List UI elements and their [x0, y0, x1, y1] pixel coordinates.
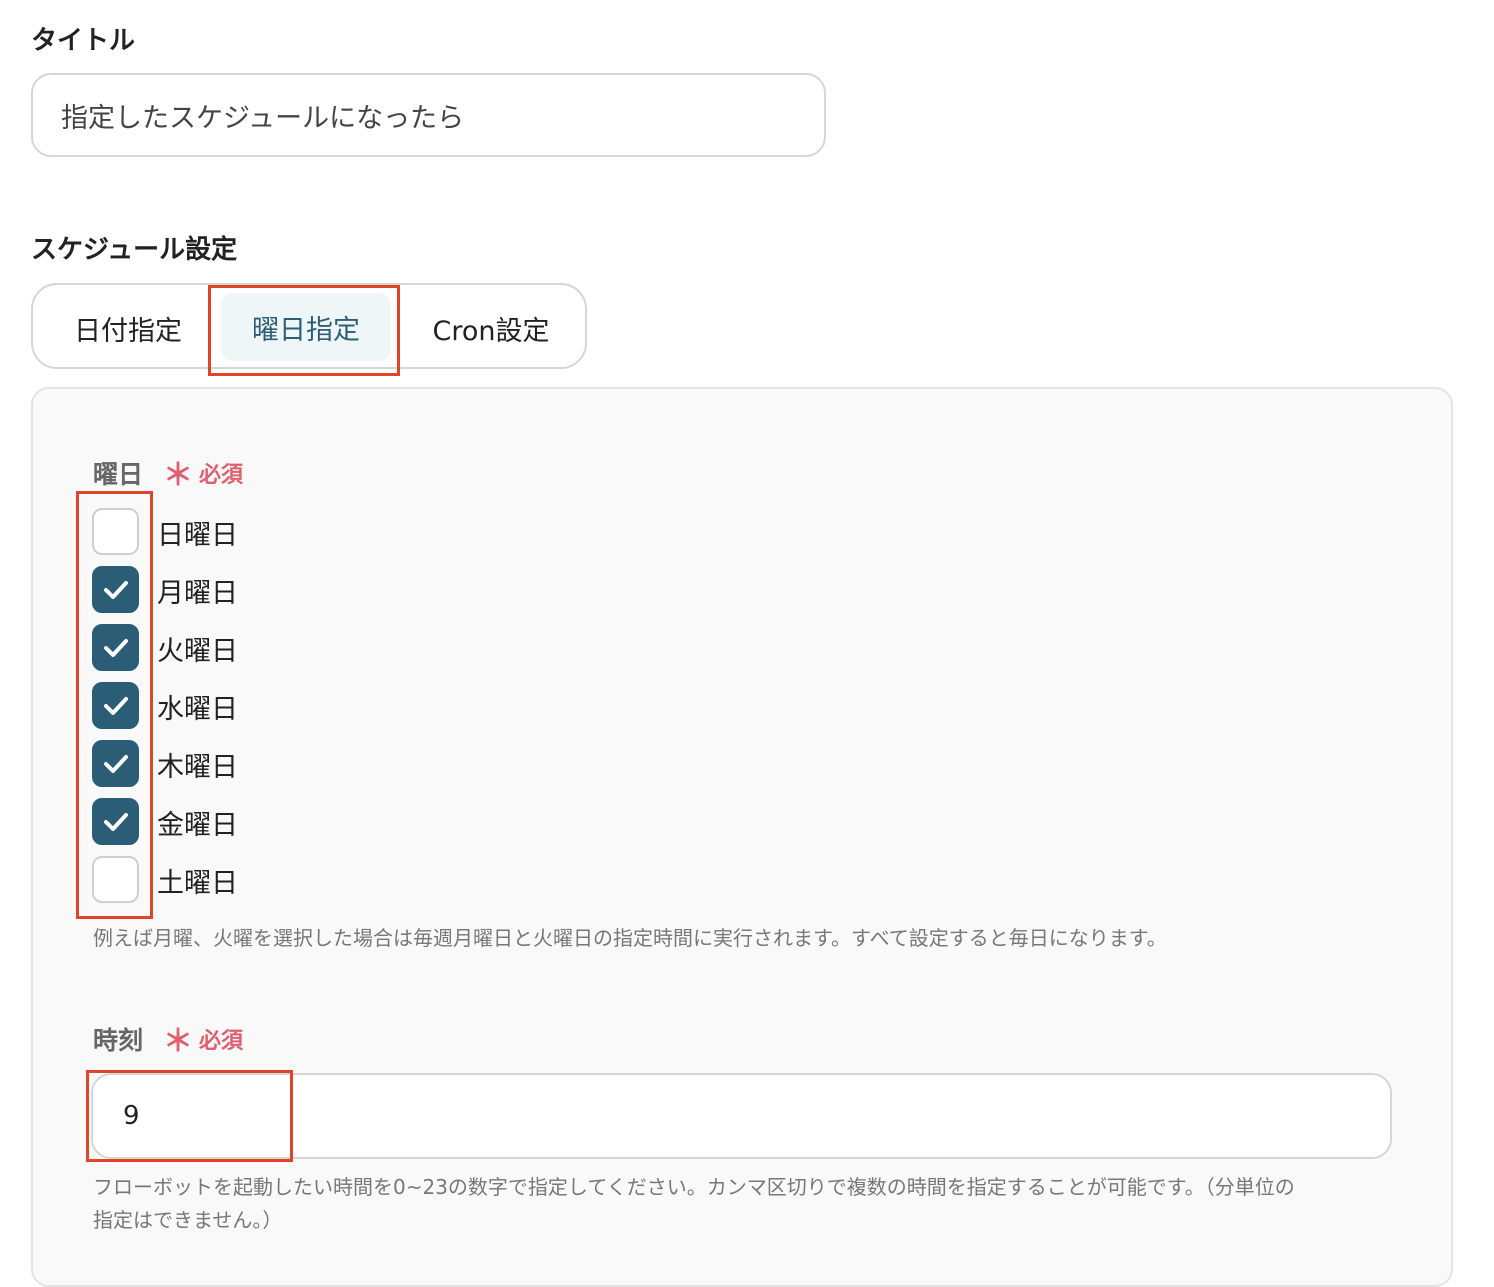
weekday-checkbox[interactable]: [92, 740, 139, 787]
weekday-checkbox-label[interactable]: 金曜日: [157, 803, 238, 842]
weekday-checkbox[interactable]: [92, 566, 139, 613]
time-input-value: 9: [123, 1101, 140, 1131]
time-required-badge: ＊ 必須: [163, 1023, 244, 1059]
weekday-checkbox[interactable]: [92, 856, 139, 903]
tab-cron[interactable]: Cron設定: [421, 307, 561, 349]
checkmark-icon: [103, 637, 129, 659]
checkmark-icon: [103, 811, 129, 833]
weekday-checkbox-label[interactable]: 木曜日: [157, 745, 238, 784]
weekday-checkbox[interactable]: [92, 508, 139, 555]
weekday-checkbox-label[interactable]: 月曜日: [157, 571, 238, 610]
schedule-settings-label: スケジュール設定: [31, 235, 238, 265]
time-required-text: 必須: [199, 1029, 244, 1054]
time-help-text-line2: 指定はできません。）: [93, 1208, 283, 1232]
weekday-required-badge: ＊ 必須: [163, 457, 244, 493]
checkmark-icon: [103, 753, 129, 775]
time-field-label: 時刻: [93, 1026, 144, 1055]
weekday-required-text: 必須: [199, 463, 244, 488]
checkmark-icon: [103, 695, 129, 717]
time-input[interactable]: 9: [91, 1073, 1392, 1159]
weekday-checkbox-label[interactable]: 日曜日: [157, 513, 238, 552]
title-input-value: 指定したスケジュールになったら: [61, 102, 465, 134]
tab-date[interactable]: 日付指定: [63, 307, 193, 349]
weekday-checkbox-label[interactable]: 水曜日: [157, 687, 238, 726]
schedule-type-tabs: 日付指定 曜日指定 Cron設定: [31, 283, 587, 369]
time-help-text-line1: フローボットを起動したい時間を0~23の数字で指定してください。カンマ区切りで複…: [93, 1175, 1295, 1199]
asterisk-icon: ＊: [163, 1024, 193, 1059]
tab-weekday[interactable]: 曜日指定: [221, 293, 391, 361]
title-input[interactable]: 指定したスケジュールになったら: [31, 73, 826, 157]
weekday-checkbox[interactable]: [92, 624, 139, 671]
weekday-checkbox-label[interactable]: 火曜日: [157, 629, 238, 668]
title-label: タイトル: [31, 26, 136, 56]
weekday-field-label: 曜日: [93, 460, 144, 489]
weekday-checkbox[interactable]: [92, 798, 139, 845]
weekday-checkbox-label[interactable]: 土曜日: [157, 861, 238, 900]
asterisk-icon: ＊: [163, 458, 193, 493]
checkmark-icon: [103, 579, 129, 601]
weekday-help-text: 例えば月曜、火曜を選択した場合は毎週月曜日と火曜日の指定時間に実行されます。すべ…: [93, 926, 1167, 950]
weekday-checkbox[interactable]: [92, 682, 139, 729]
